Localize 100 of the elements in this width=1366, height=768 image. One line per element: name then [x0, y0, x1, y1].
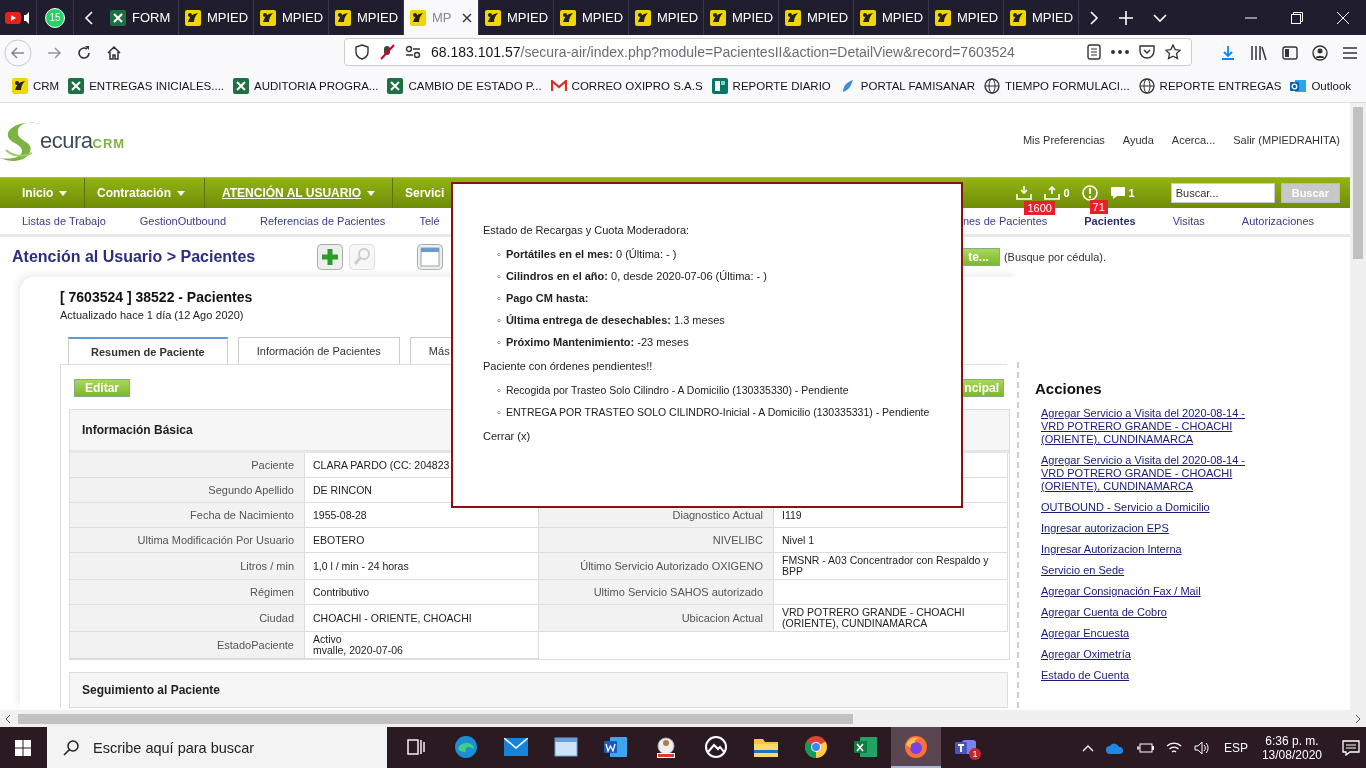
taskbar-search-field[interactable]: Escribe aquí para buscar: [47, 727, 387, 768]
permissions-icon[interactable]: [405, 45, 421, 59]
alert-icon[interactable]: [1081, 185, 1098, 201]
caret-icon[interactable]: [1153, 12, 1167, 23]
home-icon[interactable]: [106, 44, 122, 61]
reload-icon[interactable]: [76, 44, 92, 61]
action-link[interactable]: Agregar Servicio a Visita del 2020-08-14 - VRD POTRERO GRANDE - CHOACHI (ORIENTE), CUNDINAMARCA: [1035, 407, 1251, 446]
account-icon[interactable]: [1312, 44, 1328, 61]
field-value: Activo mvalle, 2020-07-06: [305, 632, 539, 659]
secura-crm-logo[interactable]: ecuraCRM: [0, 112, 126, 168]
tab[interactable]: Resumen de Paciente: [68, 337, 228, 364]
volume-icon[interactable]: [1193, 740, 1210, 755]
submenu-link[interactable]: nes de Pacientes: [962, 215, 1048, 227]
bookmark[interactable]: CAMBIO DE ESTADO P...: [387, 78, 542, 94]
action-link[interactable]: Agregar Oximetría: [1035, 648, 1251, 661]
action-link[interactable]: Agregar Cuenta de Cobro: [1035, 606, 1251, 619]
cloud-icon[interactable]: [1105, 741, 1124, 754]
blocked-microphone-icon[interactable]: [379, 44, 395, 60]
restore-icon[interactable]: [1291, 11, 1303, 24]
field-value: FMSNR - A03 Concentrador con Respaldo y BPP: [774, 553, 1008, 580]
pocket-icon[interactable]: [1139, 44, 1155, 60]
language-indicator[interactable]: ESP: [1223, 740, 1248, 755]
site-icon: [335, 9, 351, 26]
field-label: Ciudad: [70, 605, 305, 632]
bookmark[interactable]: Outlook: [1290, 78, 1352, 94]
download-icon[interactable]: [1220, 44, 1236, 61]
action-link[interactable]: Servicio en Sede: [1035, 564, 1251, 577]
menu-icon[interactable]: [1342, 45, 1358, 60]
start-icon[interactable]: [15, 739, 31, 756]
submenu-link[interactable]: Autorizaciones: [1241, 215, 1314, 227]
bookmark[interactable]: REPORTE DIARIO: [711, 78, 831, 94]
battery-icon[interactable]: [1135, 741, 1154, 754]
field-label: Litros / min: [70, 553, 305, 580]
action-link[interactable]: Ingresar Autorizacion Interna: [1035, 543, 1251, 556]
header-link[interactable]: Salir (MPIEDRAHITA): [1233, 134, 1340, 146]
header-link[interactable]: Acerca...: [1171, 134, 1216, 146]
submenu-link[interactable]: GestionOutbound: [139, 215, 226, 227]
globe-icon: [984, 78, 1000, 94]
header-link[interactable]: Ayuda: [1122, 134, 1154, 146]
add-icon[interactable]: [317, 244, 343, 270]
more-icon[interactable]: [1111, 50, 1129, 54]
bookmark[interactable]: CRM: [12, 78, 60, 94]
notifications-icon[interactable]: [1342, 739, 1360, 756]
submenu-link[interactable]: Pacientes: [1084, 215, 1136, 227]
site-icon: [485, 9, 501, 26]
action-link[interactable]: Agregar Encuesta: [1035, 627, 1251, 640]
tab[interactable]: Información de Pacientes: [237, 337, 400, 364]
chat-icon[interactable]: [1109, 186, 1126, 200]
address-bar[interactable]: 68.183.101.57/secura-air/index.php?module=PacientesII&action=DetailView&record=7603524: [344, 38, 1192, 66]
calendar-icon[interactable]: [417, 244, 443, 270]
chevron-right-icon[interactable]: [1089, 10, 1099, 25]
bookmark[interactable]: ENTREGAS INICIALES....: [68, 78, 225, 94]
vertical-scrollbar[interactable]: [1350, 103, 1366, 710]
video-icon[interactable]: [5, 9, 31, 26]
action-link[interactable]: OUTBOUND - Servicio a Domicilio: [1035, 501, 1251, 514]
field-label: Ultima Modificación Por Usuario: [70, 528, 305, 553]
wifi-icon[interactable]: [1165, 740, 1182, 755]
star-icon[interactable]: [1165, 44, 1181, 60]
submenu-link[interactable]: Visitas: [1172, 215, 1205, 227]
search-field[interactable]: Buscar...: [1170, 183, 1275, 203]
popup-heading: Paciente con órdenes pendientes!!: [483, 360, 654, 372]
submenu-link[interactable]: Listas de Trabajo: [22, 215, 106, 227]
scroll-left-icon[interactable]: [4, 713, 12, 724]
new-tab-icon[interactable]: [1119, 10, 1133, 25]
shield-icon[interactable]: [355, 44, 369, 60]
action-link[interactable]: Agregar Consignación Fax / Mail: [1035, 585, 1251, 598]
list-bullet: ◦: [497, 270, 501, 282]
site-icon: [410, 9, 426, 26]
bookmark[interactable]: REPORTE ENTREGAS: [1138, 78, 1282, 94]
action-link[interactable]: Ingresar autorizacion EPS: [1035, 522, 1251, 535]
field-value: CHOACHI - ORIENTE, CHOACHI: [305, 605, 539, 632]
site-icon: [710, 9, 726, 26]
bookmark[interactable]: AUDITORIA PROGRA...: [233, 78, 379, 94]
bookmark[interactable]: TIEMPO FORMULACI...: [984, 78, 1130, 94]
record-title: [ 7603524 ] 38522 - Pacientes: [60, 289, 253, 305]
submenu-link[interactable]: Telé: [419, 215, 440, 227]
chevron-up-icon[interactable]: [1081, 743, 1094, 752]
close-icon[interactable]: [462, 12, 472, 23]
submenu-link[interactable]: Referencias de Pacientes: [260, 215, 386, 227]
action-link[interactable]: Estado de Cuenta: [1035, 669, 1251, 682]
site-icon: [1010, 9, 1026, 26]
list-bullet: ◦: [497, 314, 501, 326]
action-link[interactable]: Agregar Servicio a Visita del 2020-08-14 - VRD POTRERO GRANDE - CHOACHI (ORIENTE), CUNDINAMARCA: [1035, 454, 1251, 493]
site-icon: [635, 9, 651, 26]
header-link[interactable]: Mis Preferencias: [1022, 134, 1105, 146]
close-link[interactable]: Cerrar (x): [483, 430, 931, 442]
reader-view-icon[interactable]: [1087, 44, 1101, 60]
outbox-icon[interactable]: [1044, 186, 1061, 200]
clock[interactable]: 6:36 p. m. 13/08/2020: [1261, 733, 1322, 762]
browser-icon[interactable]: [891, 727, 941, 768]
scroll-right-icon[interactable]: [1354, 713, 1362, 724]
field-label: Ubicacion Actual: [539, 605, 774, 632]
inbox-icon[interactable]: [1016, 186, 1033, 200]
sidebar-icon[interactable]: [1282, 45, 1298, 60]
bookmark[interactable]: PORTAL FAMISANAR: [839, 78, 975, 94]
bookmark[interactable]: CORREO OXIPRO S.A.S: [550, 80, 703, 92]
horizontal-scrollbar[interactable]: [0, 710, 1366, 727]
forward-icon[interactable]: [46, 44, 62, 61]
chevron-left-icon[interactable]: [84, 10, 94, 25]
library-icon[interactable]: [1250, 44, 1268, 61]
